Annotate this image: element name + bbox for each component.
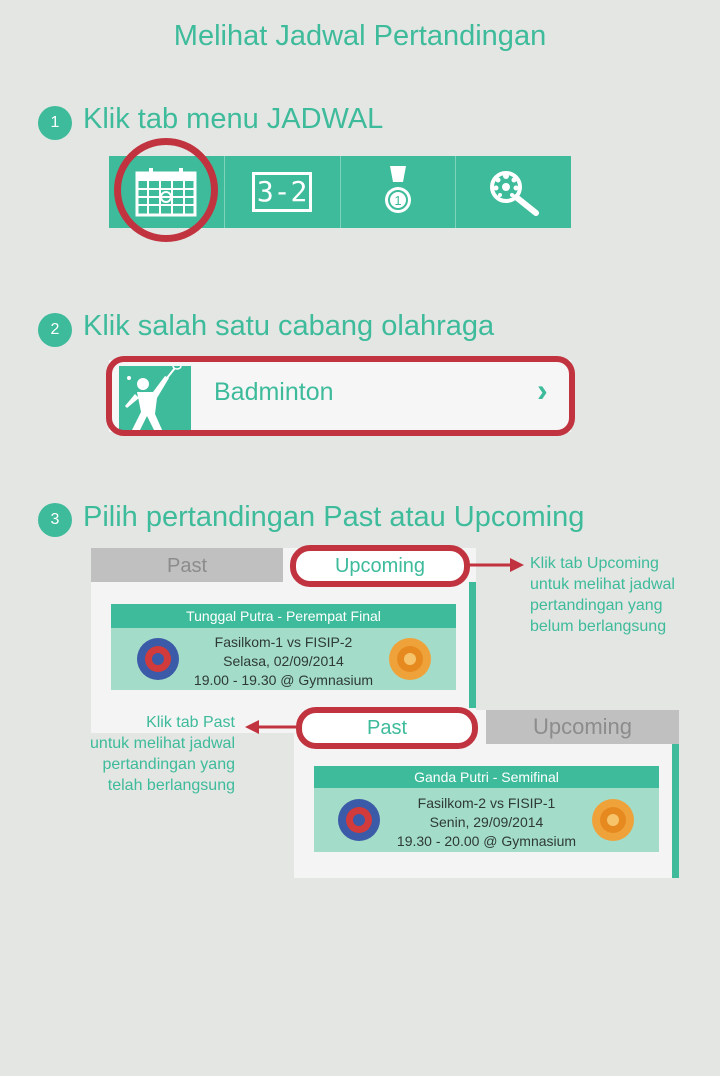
match-card-header: Ganda Putri - Semifinal [314, 766, 659, 788]
scoreboard-icon: 3-2 [252, 172, 313, 212]
search-logo-icon [489, 171, 539, 216]
match-card[interactable]: Tunggal Putra - Perempat Final Fasilkom-… [111, 604, 456, 690]
scoreboard-text: 3-2 [256, 175, 308, 208]
svg-text:1: 1 [394, 193, 401, 208]
tab-upcoming-inactive[interactable]: Upcoming [486, 710, 679, 744]
step-3-number: 3 [38, 503, 72, 537]
step-1-text: Klik tab menu JADWAL [83, 103, 384, 135]
tab-skor[interactable]: 3-2 [223, 156, 340, 228]
match-card[interactable]: Ganda Putri - Semifinal Fasilkom-2 vs FI… [314, 766, 659, 852]
scroll-indicator [672, 744, 679, 878]
step-1-number: 1 [38, 106, 72, 140]
page-title: Melihat Jadwal Pertandingan [173, 20, 547, 52]
medal-icon: 1 [384, 166, 411, 213]
team-logo-icon [338, 799, 380, 841]
match-card-body: Fasilkom-2 vs FISIP-1 Senin, 29/09/2014 … [314, 788, 659, 852]
match-card-header: Tunggal Putra - Perempat Final [111, 604, 456, 628]
team-logo-icon [592, 799, 634, 841]
tab-medali[interactable]: 1 [339, 156, 456, 228]
highlight-frame [106, 356, 575, 436]
arrow-right-icon [468, 558, 524, 572]
scroll-indicator [469, 582, 476, 708]
tab-upcoming[interactable]: Upcoming [290, 545, 470, 587]
upcoming-note: Klik tab Upcoming untuk melihat jadwal p… [530, 555, 675, 635]
tab-cari[interactable] [455, 156, 571, 228]
tab-past-selected[interactable]: Past [296, 707, 478, 749]
match-card-body: Fasilkom-1 vs FISIP-2 Selasa, 02/09/2014… [111, 628, 456, 690]
step-2-number: 2 [38, 313, 72, 347]
team-logo-icon [137, 638, 179, 680]
team-logo-icon [389, 638, 431, 680]
step-2-text: Klik salah satu cabang olahraga [83, 310, 495, 342]
past-note: Klik tab Past untuk melihat jadwal perta… [90, 714, 235, 794]
highlight-circle [114, 138, 218, 242]
tab-past[interactable]: Past [91, 548, 283, 582]
arrow-left-icon [245, 720, 301, 734]
step-3-text: Pilih pertandingan Past atau Upcoming [83, 501, 585, 533]
